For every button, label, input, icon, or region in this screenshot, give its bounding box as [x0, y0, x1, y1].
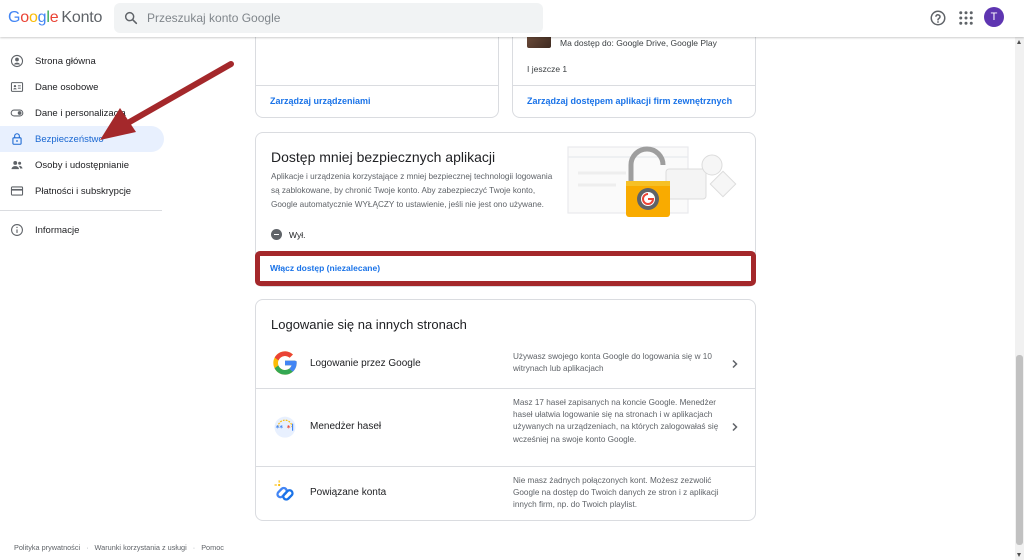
logo-konto-text: Konto [61, 9, 103, 26]
other-sites-title: Logowanie się na innych stronach [271, 317, 467, 332]
row-label: Menedżer haseł [310, 421, 382, 432]
top-bar: GoogleKonto T [0, 0, 1024, 37]
sidebar-item-label: Dane i personalizacja [35, 107, 126, 119]
row-label: Powiązane konta [310, 487, 387, 498]
sidebar-item-label: Informacje [35, 224, 80, 236]
sidebar-nav: Strona główna Dane osobowe Dane i person… [0, 48, 164, 243]
status-text: Wył. [289, 229, 306, 240]
sidebar-item-payments[interactable]: Płatności i subskrypcje [0, 178, 164, 204]
more-apps-text[interactable]: I jeszcze 1 [527, 64, 567, 74]
lock-icon [12, 133, 22, 145]
sidebar-item-label: Osoby i udostępnianie [35, 159, 130, 171]
other-sites-sign-in-card: Logowanie się na innych stronach Logowan… [255, 299, 756, 521]
footer-separator: · [86, 543, 89, 552]
page-scrollbar[interactable] [1015, 37, 1024, 560]
sidebar-item-label: Dane osobowe [35, 81, 99, 93]
sidebar-item-label: Płatności i subskrypcje [35, 185, 132, 197]
sidebar-item-personal-info[interactable]: Dane osobowe [0, 74, 164, 100]
svg-text:**: ** [276, 424, 284, 432]
sidebar-item-security[interactable]: Bezpieczeństwo [0, 126, 164, 152]
logo-letter: o [20, 9, 29, 26]
account-circle-icon [10, 54, 24, 68]
less-secure-apps-status: Wył. [271, 229, 305, 240]
google-g-icon [273, 351, 297, 375]
less-secure-apps-title: Dostęp mniej bezpiecznych aplikacji [271, 149, 496, 165]
manage-devices-link[interactable]: Zarządzaj urządzeniami [270, 96, 371, 106]
chevron-right-icon[interactable] [730, 359, 740, 369]
password-manager-icon: ** * [274, 416, 296, 438]
manage-third-party-access-link[interactable]: Zarządzaj dostępem aplikacji firm zewnęt… [527, 96, 732, 106]
sidebar-item-label: Strona główna [35, 55, 96, 67]
credit-card-icon [10, 186, 24, 196]
people-icon [11, 161, 23, 170]
scroll-down-arrow[interactable] [1017, 553, 1021, 557]
scrollbar-thumb[interactable] [1016, 355, 1023, 545]
logo-letter: o [28, 9, 38, 26]
search-bar[interactable] [114, 3, 543, 33]
apps-grid-icon[interactable] [957, 9, 975, 27]
info-icon [11, 224, 23, 236]
off-status-icon [271, 229, 282, 240]
row-description: Używasz swojego konta Google do logowani… [513, 352, 712, 374]
privacy-policy-link[interactable]: Polityka prywatności [14, 543, 80, 552]
logo-letter: e [49, 9, 59, 26]
svg-text:*: * [287, 424, 291, 432]
password-manager-row[interactable]: ** * Menedżer haseł Masz 17 haseł zapisa… [256, 388, 755, 466]
row-description: Nie masz żadnych połączonych kont. Możes… [513, 476, 719, 510]
linked-accounts-row[interactable]: Powiązane konta Nie masz żadnych połączo… [256, 466, 755, 520]
less-secure-apps-description: Aplikacje i urządzenia korzystające z mn… [271, 172, 553, 209]
chevron-right-icon[interactable] [730, 422, 740, 432]
help-link[interactable]: Pomoc [201, 543, 224, 552]
padlock-illustration [567, 146, 737, 217]
scroll-up-arrow[interactable] [1017, 40, 1021, 44]
row-label: Logowanie przez Google [310, 358, 421, 369]
enable-less-secure-access-link[interactable]: Włącz dostęp (niezalecane) [270, 263, 380, 273]
search-input[interactable] [147, 9, 527, 27]
page-footer: Polityka prywatności · Warunki korzystan… [14, 543, 224, 552]
logo-letter: G [8, 9, 21, 26]
google-account-logo[interactable]: Google Konto [8, 9, 102, 27]
card-divider [256, 85, 498, 86]
sidebar-item-label: Bezpieczeństwo [35, 133, 104, 145]
toggle-icon [10, 109, 24, 117]
sidebar-item-home[interactable]: Strona główna [0, 48, 164, 74]
sign-in-with-google-row[interactable]: Logowanie przez Google Używasz swojego k… [256, 338, 755, 388]
help-icon[interactable] [929, 9, 947, 27]
sidebar-item-about[interactable]: Informacje [0, 217, 164, 243]
id-card-icon [10, 82, 24, 92]
terms-link[interactable]: Warunki korzystania z usługi [95, 543, 187, 552]
search-icon[interactable] [123, 10, 139, 26]
footer-separator: · [192, 543, 196, 552]
sidebar-item-people-sharing[interactable]: Osoby i udostępnianie [0, 152, 164, 178]
card-divider [513, 85, 755, 86]
linked-accounts-icon [274, 480, 294, 501]
sidebar-divider [0, 210, 162, 211]
app-access-text: Ma dostęp do: Google Drive, Google Play [560, 38, 717, 48]
row-description: Masz 17 haseł zapisanych na koncie Googl… [513, 398, 719, 444]
sidebar-item-data-personalization[interactable]: Dane i personalizacja [0, 100, 164, 126]
avatar[interactable]: T [984, 7, 1004, 27]
